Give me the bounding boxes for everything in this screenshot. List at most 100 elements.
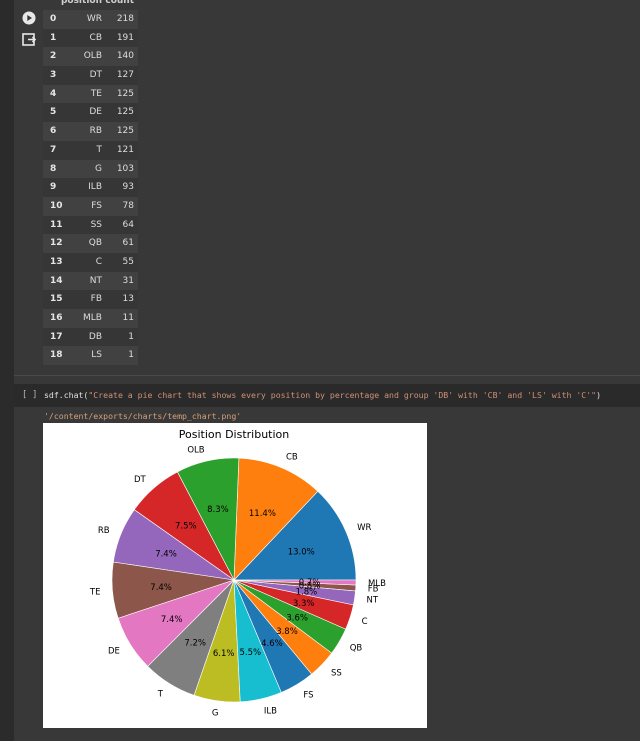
- pie-category-label: OLB: [187, 445, 204, 455]
- column-header-count: count: [105, 0, 134, 6]
- cell-count: 191: [116, 32, 134, 43]
- table-row: 10 FS 78: [43, 196, 138, 216]
- pie-percent-label: 11.4%: [249, 509, 276, 519]
- row-index: 4: [50, 88, 57, 99]
- cell-position: FB: [90, 294, 102, 305]
- row-index: 14: [50, 275, 63, 286]
- pie-percent-label: 6.1%: [213, 649, 235, 659]
- chart-title: Position Distribution: [179, 428, 290, 441]
- pie-percent-label: 7.4%: [155, 549, 177, 559]
- cell-position: WR: [86, 14, 102, 24]
- table-row: 17 DB 1: [43, 327, 138, 347]
- pie-category-label: G: [212, 709, 219, 719]
- table-row: 9 ILB 93: [43, 178, 138, 197]
- cell-position: T: [96, 144, 103, 155]
- cell-position: C: [95, 256, 102, 267]
- cell-count: 218: [116, 14, 134, 24]
- table-row: 3 DT 127: [43, 66, 138, 85]
- table-row: 2 OLB 140: [43, 47, 138, 67]
- cell-position: SS: [90, 219, 102, 230]
- cell-position: QB: [88, 238, 102, 249]
- pie-category-label: WR: [357, 523, 371, 533]
- cell-position: OLB: [83, 51, 102, 62]
- table-row: 14 NT 31: [43, 271, 138, 291]
- cell-position: LS: [91, 350, 102, 361]
- cell-position: NT: [89, 275, 102, 286]
- row-index: 8: [50, 163, 57, 174]
- cell-count: 103: [116, 163, 134, 174]
- cell-count: 55: [122, 256, 134, 267]
- pie-percent-label: 13.0%: [288, 548, 315, 558]
- open-output-icon[interactable]: [20, 31, 38, 49]
- cell-count: 1: [128, 350, 134, 361]
- table-row: 1 CB 191: [43, 28, 138, 48]
- table-row: 12 QB 61: [43, 234, 138, 253]
- pie-percent-label: 7.4%: [161, 615, 183, 625]
- row-index: 13: [50, 256, 63, 267]
- cell-position: TE: [90, 88, 102, 99]
- pie-category-label: QB: [350, 644, 363, 654]
- table-row: 0 WR 218: [43, 10, 138, 29]
- row-index: 0: [50, 14, 57, 24]
- table-row: 7 T 121: [43, 140, 138, 160]
- code-call-suffix: ): [596, 390, 602, 400]
- pie-category-label: CB: [286, 453, 298, 463]
- row-index: 6: [50, 126, 57, 137]
- cell-count: 13: [122, 294, 134, 305]
- pie-category-label: SS: [331, 669, 342, 679]
- pie-chart: Position Distribution 13.0% 11.4% 8.3% 7.5%…: [89, 428, 386, 719]
- code-string-literal: "Create a pie chart that shows every pos…: [88, 390, 597, 400]
- row-index: 9: [50, 182, 57, 193]
- dataframe-table: position count 0 WR 218 1 CB 191 2 OLB 140 3 DT 127…: [43, 0, 138, 366]
- pie-percent-label: 0.7%: [299, 578, 321, 588]
- table-row: 15 FB 13: [43, 290, 138, 309]
- cell-position: G: [95, 163, 102, 174]
- pie-category-label: NT: [367, 596, 379, 606]
- pie-percent-label: 8.3%: [207, 505, 229, 515]
- cell-count: 140: [116, 51, 134, 62]
- play-circle-icon[interactable]: [20, 9, 38, 27]
- cell-position: FS: [91, 200, 102, 211]
- pie-percent-label: 5.5%: [239, 648, 261, 658]
- row-index: 15: [50, 294, 63, 305]
- pie-percent-label: 3.6%: [286, 613, 308, 623]
- cell-count: 64: [122, 219, 134, 230]
- table-body: 0 WR 218 1 CB 191 2 OLB 140 3 DT 127 4 TE 12 5 5 DE 125 6 RB…: [43, 10, 138, 366]
- cell-count: 11: [122, 313, 134, 323]
- pie-percent-label: 7.2%: [184, 639, 206, 649]
- pie-category-label: TE: [89, 588, 101, 598]
- cell-position: RB: [89, 126, 102, 137]
- row-index: 17: [50, 331, 63, 342]
- cell-count: 31: [122, 275, 134, 286]
- table-row: 11 SS 64: [43, 215, 138, 235]
- table-header: position count: [43, 0, 138, 10]
- cell-position: CB: [89, 32, 102, 43]
- pie-category-label: DT: [134, 475, 147, 485]
- pie-category-label: ILB: [264, 707, 277, 717]
- row-index: 7: [50, 144, 57, 155]
- row-index: 12: [50, 238, 63, 249]
- pie-category-label: C: [362, 617, 368, 627]
- row-index: 16: [50, 313, 63, 323]
- pie-category-label: MLB: [368, 579, 386, 589]
- table-row: 6 RB 125: [43, 122, 138, 141]
- pie-percent-label: 3.8%: [276, 627, 298, 637]
- pie-category-label: T: [157, 690, 164, 700]
- cell-count: 125: [116, 88, 134, 99]
- cell-divider: [14, 375, 640, 376]
- row-index: 2: [50, 51, 57, 62]
- run-cell-button[interactable]: [ ]: [22, 390, 37, 400]
- cell-count: 121: [116, 144, 134, 155]
- table-row: 13 C 55: [43, 252, 138, 272]
- code-editor-line[interactable]: sdf.chat("Create a pie chart that shows …: [44, 390, 601, 400]
- cell-position: DE: [89, 107, 102, 118]
- pie-category-label: RB: [98, 526, 110, 536]
- cell-count: 61: [122, 238, 134, 249]
- cell-position: DT: [89, 70, 102, 81]
- cell-count: 93: [122, 182, 134, 193]
- pie-category-label: FS: [303, 691, 313, 701]
- pie-percent-label: 4.6%: [261, 639, 283, 649]
- cell-position: MLB: [83, 313, 102, 323]
- row-index: 10: [50, 200, 63, 211]
- table-row: 8 G 103: [43, 159, 138, 179]
